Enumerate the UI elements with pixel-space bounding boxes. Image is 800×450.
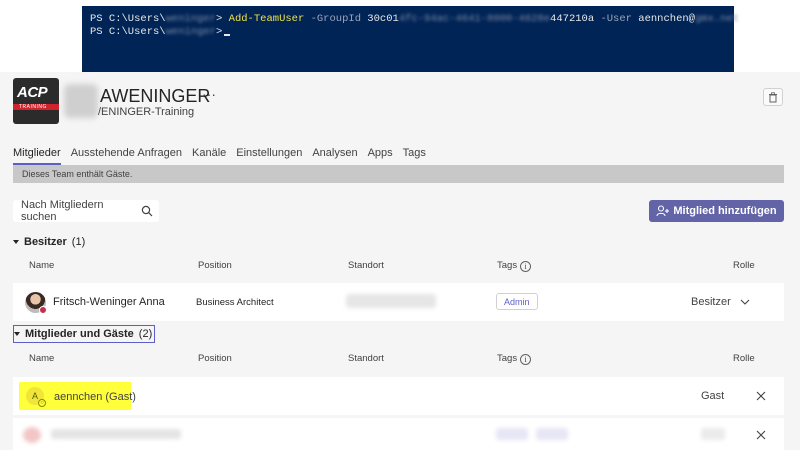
search-icon[interactable]	[141, 205, 159, 217]
status-busy-icon	[39, 306, 47, 314]
team-logo: ACP TRAINING	[13, 78, 59, 124]
section-owners[interactable]: Besitzer (1)	[13, 236, 85, 248]
remove-member-icon[interactable]	[756, 391, 766, 401]
team-name: AWENINGER	[100, 86, 211, 106]
powershell-screenshot: PS C:\Users\weninger> Add-TeamUser -Grou…	[0, 0, 800, 72]
team-avatar-blurred	[64, 84, 98, 118]
trash-icon	[769, 91, 777, 102]
team-tabs: Mitglieder Ausstehende Anfragen Kanäle E…	[13, 147, 436, 165]
tab-apps[interactable]: Apps	[368, 147, 393, 165]
info-icon[interactable]: i	[520, 261, 532, 272]
col-header-position: Position	[198, 353, 232, 364]
chevron-down-icon	[13, 240, 19, 244]
member-name: Fritsch-Weninger Anna	[53, 296, 165, 308]
delete-button[interactable]	[763, 88, 783, 106]
col-header-name: Name	[29, 353, 55, 364]
col-header-tags: Tags i	[497, 353, 532, 365]
owner-row[interactable]: Fritsch-Weninger Anna Business Architect…	[13, 283, 784, 321]
role-dropdown[interactable]: Besitzer	[691, 296, 750, 308]
powershell-line-1: PS C:\Users\weninger> Add-TeamUser -Grou…	[90, 13, 740, 25]
member-name: aennchen (Gast)	[54, 391, 136, 403]
col-header-role: Rolle	[733, 353, 755, 364]
guest-notice-banner: Dieses Team enthält Gäste.	[13, 165, 784, 183]
add-member-button[interactable]: Mitglied hinzufügen	[649, 200, 784, 222]
role-blurred	[701, 428, 725, 440]
col-header-position: Position	[198, 260, 232, 271]
chevron-down-icon	[14, 332, 20, 336]
add-person-icon	[656, 205, 670, 217]
team-subtitle: /ENINGER-Training	[98, 106, 195, 118]
section-members-and-guests[interactable]: Mitglieder und Gäste (2)	[13, 325, 156, 343]
tab-analysen[interactable]: Analysen	[312, 147, 357, 165]
cursor	[224, 34, 231, 36]
guest-status-icon: ○	[38, 399, 46, 407]
col-header-name: Name	[29, 260, 55, 271]
member-position: Business Architect	[196, 297, 274, 308]
tab-einstellungen[interactable]: Einstellungen	[236, 147, 302, 165]
col-header-location: Standort	[348, 260, 384, 271]
tab-tags[interactable]: Tags	[403, 147, 426, 165]
tab-mitglieder[interactable]: Mitglieder	[13, 147, 61, 165]
avatar-blurred	[23, 427, 41, 443]
tab-kanaele[interactable]: Kanäle	[192, 147, 226, 165]
col-header-role: Rolle	[733, 260, 755, 271]
blurred-member-row[interactable]	[13, 418, 784, 450]
member-role: Gast	[701, 390, 725, 402]
search-placeholder: Nach Mitgliedern suchen	[21, 199, 104, 223]
powershell-console: PS C:\Users\weninger> Add-TeamUser -Grou…	[82, 6, 740, 72]
tag-badge[interactable]: Admin	[496, 293, 538, 310]
name-blurred	[51, 429, 181, 439]
info-icon[interactable]: i	[520, 354, 532, 365]
tag-blurred	[496, 428, 528, 440]
powershell-line-2: PS C:\Users\weninger>	[90, 26, 726, 39]
tab-ausstehende-anfragen[interactable]: Ausstehende Anfragen	[71, 147, 182, 165]
col-header-tags: Tags i	[497, 260, 532, 272]
location-blurred	[346, 294, 436, 308]
chevron-down-icon	[740, 299, 750, 305]
tag-blurred	[536, 428, 568, 440]
more-options-button[interactable]: ···	[202, 86, 216, 102]
member-search-input[interactable]: Nach Mitgliedern suchen	[13, 199, 159, 223]
remove-member-icon[interactable]	[756, 430, 766, 440]
col-header-location: Standort	[348, 353, 384, 364]
